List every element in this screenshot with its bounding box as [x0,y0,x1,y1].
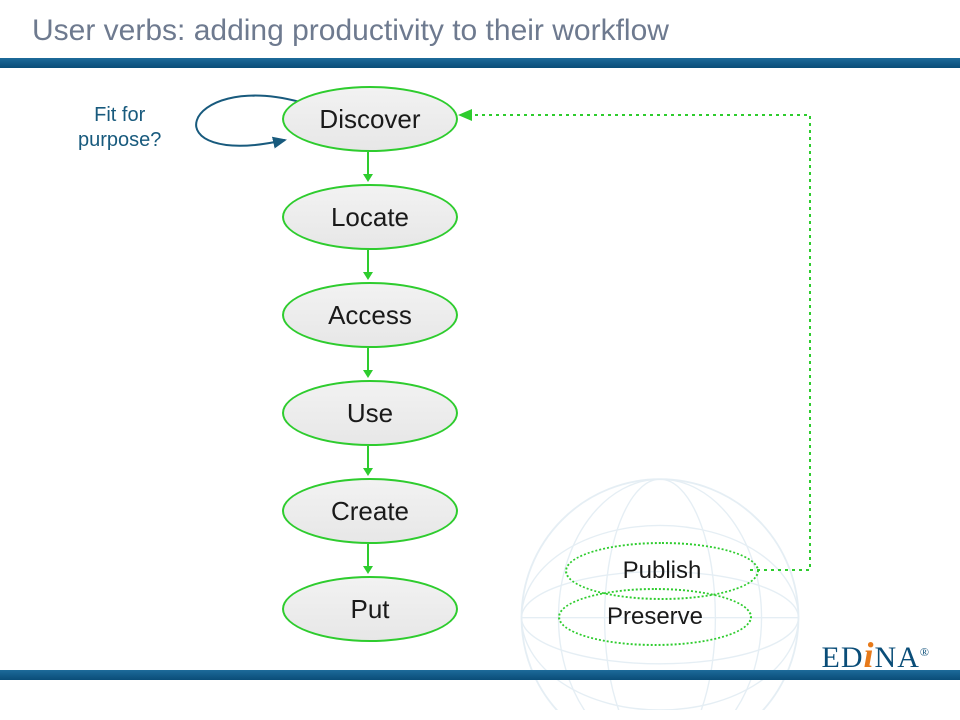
arrow-4 [367,446,369,470]
arrow-5 [367,544,369,568]
edina-logo: EDiNA® [822,634,930,676]
arrow-3 [367,348,369,372]
fit-for-purpose-label: Fit for purpose? [78,103,161,153]
arrow-2 [367,250,369,274]
slide: User verbs: adding productivity to their… [0,0,960,720]
node-put: Put [282,576,458,642]
node-discover: Discover [282,86,458,152]
node-preserve: Preserve [558,588,752,646]
arrow-1 [367,152,369,176]
node-create: Create [282,478,458,544]
node-access: Access [282,282,458,348]
annot-line1: Fit for [94,104,145,126]
node-locate: Locate [282,184,458,250]
bottom-band [0,670,960,680]
node-use: Use [282,380,458,446]
annot-line2: purpose? [78,129,161,151]
